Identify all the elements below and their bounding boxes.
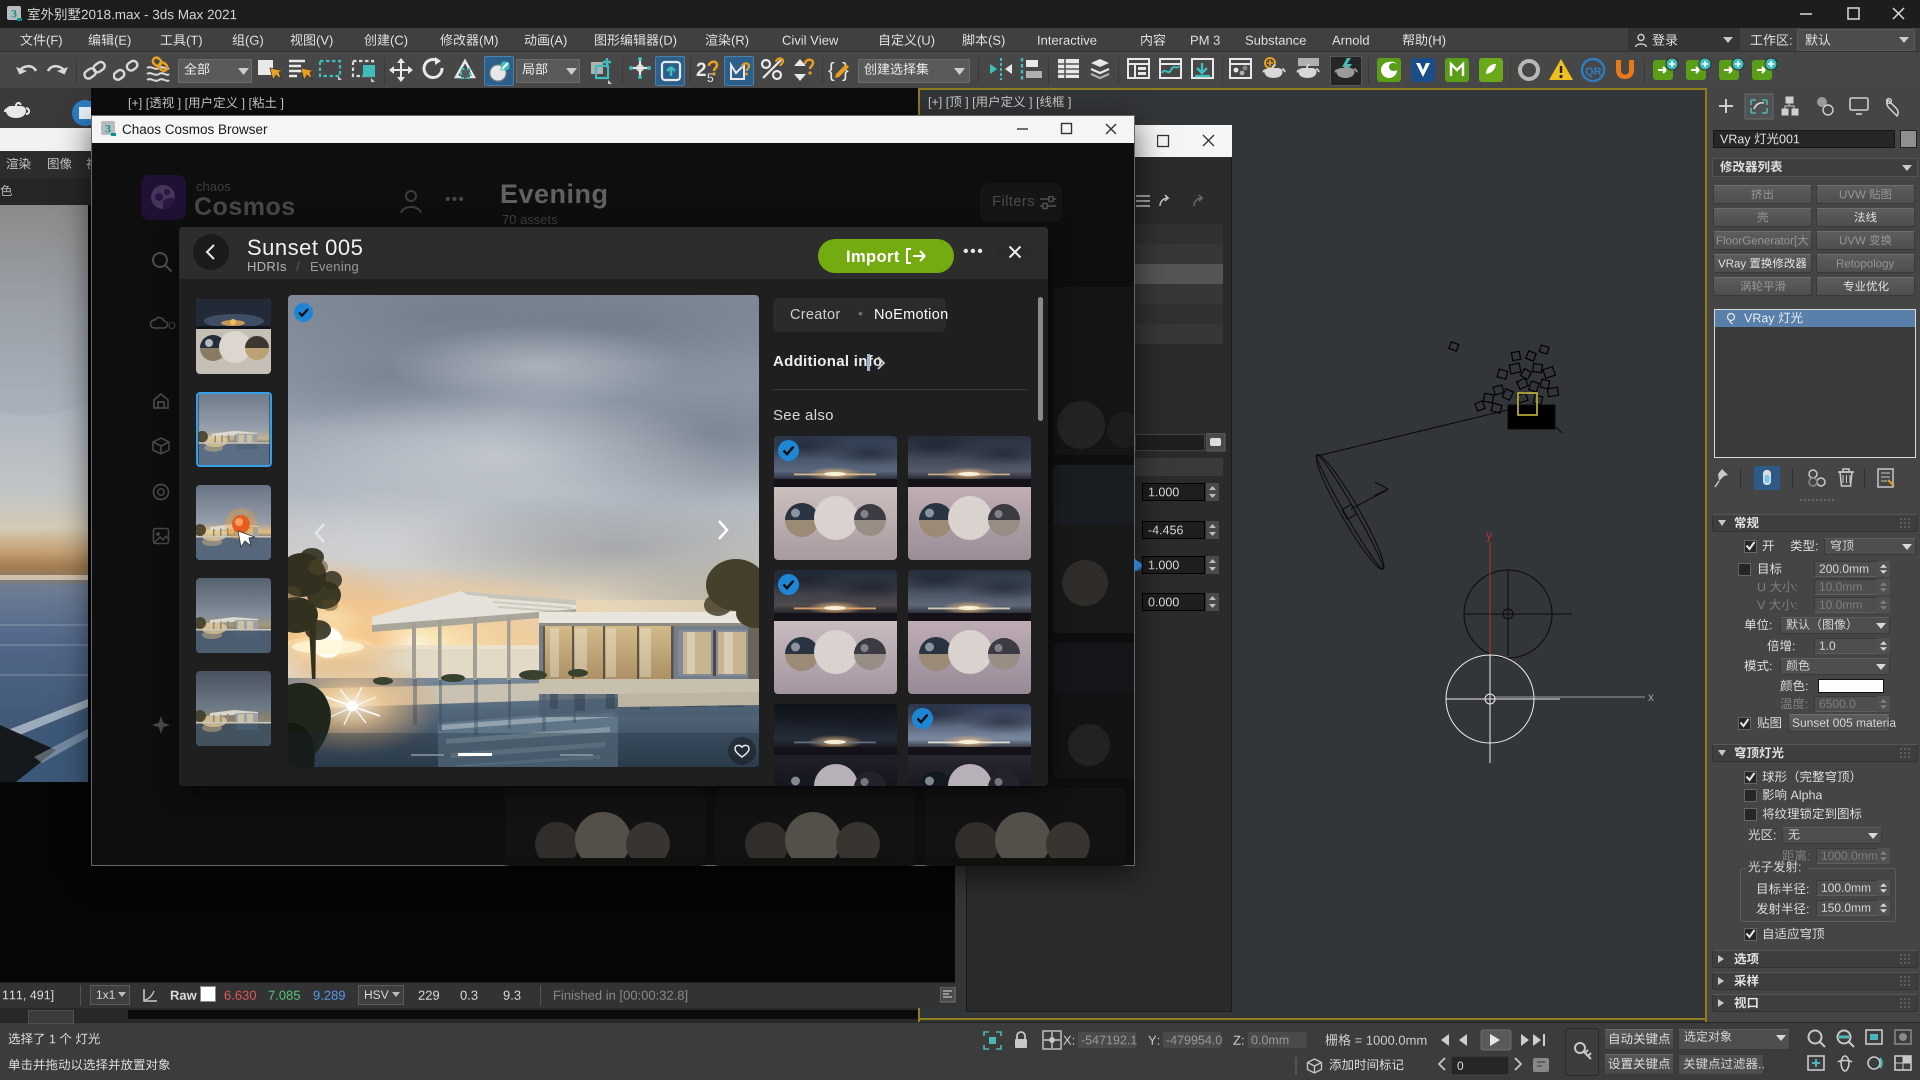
svg-text:QR: QR <box>1585 66 1602 78</box>
svg-text:3: 3 <box>105 122 111 136</box>
svg-text:3: 3 <box>11 7 17 21</box>
svg-text:0: 0 <box>1457 1059 1464 1073</box>
svg-text:x: x <box>1648 690 1654 704</box>
svg-text:y: y <box>1486 528 1492 542</box>
svg-text:O: O <box>168 321 176 332</box>
svg-text:{: { <box>828 60 835 82</box>
svg-text:2: 2 <box>696 60 707 81</box>
